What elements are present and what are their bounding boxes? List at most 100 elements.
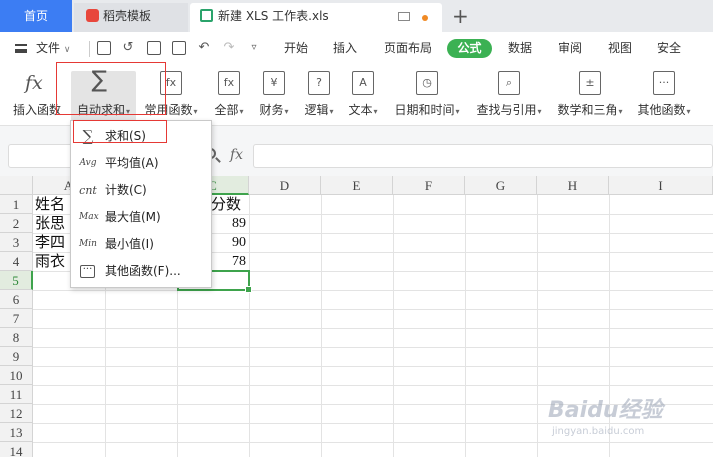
menu-item-count-label: 计数(C) xyxy=(105,183,147,197)
count-icon: cnt xyxy=(79,184,97,197)
math-icon: ± xyxy=(579,71,601,95)
gridline xyxy=(33,366,713,367)
autosum-dropdown: ∑ 求和(S) Avg 平均值(A) cnt 计数(C) Max 最大值(M) … xyxy=(70,120,212,288)
gridline xyxy=(393,195,394,457)
datetime-button[interactable]: ◷ 日期和时间▾ xyxy=(388,64,466,120)
menu-item-average[interactable]: Avg 平均值(A) xyxy=(71,150,211,177)
menu-start[interactable]: 开始 xyxy=(284,32,308,64)
max-icon: Max xyxy=(79,212,99,222)
column-header-i[interactable]: I xyxy=(609,176,713,195)
tab-template[interactable]: 稻壳模板 xyxy=(74,3,188,32)
gridline xyxy=(537,195,538,457)
lookup-label: 查找与引用▾ xyxy=(476,103,542,117)
row-header[interactable]: 12 xyxy=(0,404,33,423)
fx-icon[interactable]: fx xyxy=(230,147,243,163)
menu-item-average-label: 平均值(A) xyxy=(105,156,159,170)
question-icon: ? xyxy=(308,71,330,95)
menu-formula[interactable]: 公式 xyxy=(447,39,492,58)
menu-item-max-label: 最大值(M) xyxy=(105,210,161,224)
menu-item-more-functions-label: 其他函数(F)... xyxy=(105,264,181,278)
clock-icon: ◷ xyxy=(416,71,438,95)
tab-home[interactable]: 首页 xyxy=(0,0,72,32)
menu-item-max[interactable]: Max 最大值(M) xyxy=(71,204,211,231)
row-header[interactable]: 8 xyxy=(0,328,33,347)
tab-bar: 首页 稻壳模板 新建 XLS 工作表.xls + xyxy=(0,0,713,32)
menu-review[interactable]: 审阅 xyxy=(558,32,582,64)
menu-bar: 文件 ∨ ↺ ↶ ↷ ▿ 开始 插入 页面布局 公式 数据 审阅 视图 安全 xyxy=(0,32,713,64)
row-header[interactable]: 5 xyxy=(0,271,33,290)
redo-icon[interactable]: ↷ xyxy=(222,41,236,55)
row-header[interactable]: 1 xyxy=(0,195,33,214)
gridline xyxy=(33,442,713,443)
row-header[interactable]: 14 xyxy=(0,442,33,457)
row-header[interactable]: 13 xyxy=(0,423,33,442)
text-a-icon: A xyxy=(352,71,374,95)
menu-insert[interactable]: 插入 xyxy=(333,32,357,64)
gridline xyxy=(33,328,713,329)
tab-template-label: 稻壳模板 xyxy=(103,9,152,23)
select-all-corner[interactable] xyxy=(0,176,33,195)
print-preview-icon[interactable] xyxy=(172,41,186,55)
menu-file-label: 文件 xyxy=(36,41,61,55)
customize-toolbar-icon[interactable]: ▿ xyxy=(247,41,261,55)
undo-icon[interactable]: ↶ xyxy=(197,41,211,55)
math-label: 数学和三角▾ xyxy=(557,103,623,117)
yen-icon: ¥ xyxy=(263,71,285,95)
docer-logo-icon xyxy=(86,9,99,22)
new-tab-button[interactable]: + xyxy=(452,2,469,30)
row-header[interactable]: 7 xyxy=(0,309,33,328)
column-header-f[interactable]: F xyxy=(393,176,465,195)
gridline xyxy=(33,347,713,348)
row-header[interactable]: 11 xyxy=(0,385,33,404)
column-header-d[interactable]: D xyxy=(249,176,321,195)
datetime-label: 日期和时间▾ xyxy=(394,103,460,117)
print-icon[interactable] xyxy=(147,41,161,55)
cell-c1[interactable]: 分数 xyxy=(211,195,251,214)
menu-item-more-functions[interactable]: 其他函数(F)... xyxy=(71,258,211,285)
fx-box-icon: fx xyxy=(218,71,240,95)
tab-document[interactable]: 新建 XLS 工作表.xls xyxy=(190,3,442,32)
finance-button[interactable]: ¥ 财务▾ xyxy=(253,64,295,120)
other-functions-button[interactable]: ··· 其他函数▾ xyxy=(632,64,696,120)
menu-item-count[interactable]: cnt 计数(C) xyxy=(71,177,211,204)
monitor-icon[interactable] xyxy=(398,12,410,21)
gridline xyxy=(33,290,713,291)
column-header-g[interactable]: G xyxy=(465,176,537,195)
menu-file[interactable]: 文件 ∨ xyxy=(36,32,70,66)
lookup-icon: ⌕ xyxy=(498,71,520,95)
row-header[interactable]: 10 xyxy=(0,366,33,385)
menu-item-min[interactable]: Min 最小值(I) xyxy=(71,231,211,258)
column-header-h[interactable]: H xyxy=(537,176,609,195)
watermark-brand: Baidu经验 xyxy=(548,398,663,423)
logic-button[interactable]: ? 逻辑▾ xyxy=(298,64,340,120)
row-header[interactable]: 3 xyxy=(0,233,33,252)
row-header[interactable]: 9 xyxy=(0,347,33,366)
gridline xyxy=(33,309,713,310)
column-header-e[interactable]: E xyxy=(321,176,393,195)
text-label: 文本▾ xyxy=(348,103,378,117)
undo-history-icon[interactable]: ↺ xyxy=(121,41,135,55)
divider xyxy=(89,41,90,57)
menu-item-min-label: 最小值(I) xyxy=(105,237,154,251)
save-icon[interactable] xyxy=(97,41,111,55)
lookup-button[interactable]: ⌕ 查找与引用▾ xyxy=(470,64,548,120)
unsaved-dot-icon xyxy=(422,15,428,21)
hamburger-icon[interactable] xyxy=(15,44,27,53)
row-header[interactable]: 4 xyxy=(0,252,33,271)
more-icon: ··· xyxy=(653,71,675,95)
menu-view[interactable]: 视图 xyxy=(608,32,632,64)
chevron-down-icon: ∨ xyxy=(63,45,71,55)
row-header[interactable]: 6 xyxy=(0,290,33,309)
gridline xyxy=(249,195,250,457)
watermark-url: jingyan.baidu.com xyxy=(552,426,645,437)
menu-page-layout[interactable]: 页面布局 xyxy=(384,32,432,64)
text-button[interactable]: A 文本▾ xyxy=(342,64,384,120)
all-functions-label: 全部▾ xyxy=(214,103,244,117)
math-button[interactable]: ± 数学和三角▾ xyxy=(552,64,628,120)
average-icon: Avg xyxy=(79,158,97,168)
menu-security[interactable]: 安全 xyxy=(657,32,681,64)
row-header[interactable]: 2 xyxy=(0,214,33,233)
menu-data[interactable]: 数据 xyxy=(508,32,532,64)
all-functions-button[interactable]: fx 全部▾ xyxy=(207,64,251,120)
formula-input[interactable] xyxy=(253,144,713,168)
